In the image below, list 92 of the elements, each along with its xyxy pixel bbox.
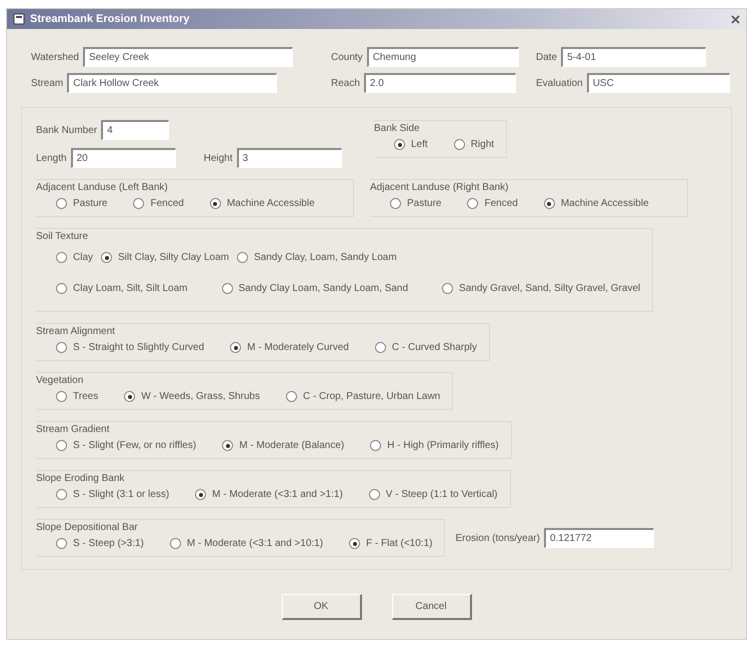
input-field[interactable]: Seeley Creek xyxy=(82,47,293,67)
radio-button[interactable] xyxy=(133,198,144,209)
radio-option[interactable]: S - Steep (>3:1) xyxy=(56,538,144,549)
radio-option[interactable]: Fenced xyxy=(467,198,518,209)
radio-option[interactable]: Clay Loam, Silt, Silt Loam xyxy=(56,283,188,294)
radio-button[interactable] xyxy=(390,198,401,209)
radio-button[interactable] xyxy=(394,139,405,150)
radio-option[interactable]: Right xyxy=(454,139,494,150)
input-field[interactable]: 4 xyxy=(101,120,170,140)
field-label: Height xyxy=(204,152,232,164)
radio-option[interactable]: C - Crop, Pasture, Urban Lawn xyxy=(286,391,440,402)
radio-button[interactable] xyxy=(56,391,67,402)
field-label: Stream xyxy=(31,78,64,88)
radio-option[interactable]: H - High (Primarily riffles) xyxy=(370,440,499,451)
field-label: Bank Number xyxy=(36,124,98,136)
app-icon xyxy=(13,13,25,25)
radio-button[interactable] xyxy=(286,391,297,402)
input-field[interactable]: USC xyxy=(586,73,730,93)
group-label: Soil Texture xyxy=(36,231,90,242)
radio-option[interactable]: Left xyxy=(394,139,428,150)
input-field[interactable]: Chemung xyxy=(366,47,519,67)
group-label: Adjacent Landuse (Left Bank) xyxy=(36,182,169,193)
radio-button[interactable] xyxy=(230,342,242,353)
input-field[interactable]: 2.0 xyxy=(364,73,516,93)
radio-button[interactable] xyxy=(195,489,206,500)
radio-button[interactable] xyxy=(56,342,67,353)
radio-option[interactable]: M - Moderate (Balance) xyxy=(222,440,344,451)
input-field[interactable]: 20 xyxy=(70,148,176,168)
radio-option[interactable]: S - Slight (3:1 or less) xyxy=(56,489,170,500)
input-field[interactable]: Clark Hollow Creek xyxy=(67,73,278,93)
radio-option[interactable]: M - Moderately Curved xyxy=(230,342,349,353)
input-field[interactable]: 5-4-01 xyxy=(561,47,706,67)
radio-button[interactable] xyxy=(442,283,454,294)
radio-option[interactable]: V - Steep (1:1 to Vertical) xyxy=(368,489,498,500)
input-field[interactable]: 0.121772 xyxy=(544,528,654,548)
group-label: Vegetation xyxy=(36,375,84,386)
radio-button[interactable] xyxy=(210,198,221,209)
radio-button[interactable] xyxy=(56,489,67,500)
radio-button[interactable] xyxy=(56,538,67,549)
close-icon[interactable] xyxy=(731,14,740,24)
group-label: Adjacent Landuse (Right Bank) xyxy=(370,182,510,193)
group-label: Stream Alignment xyxy=(36,326,116,337)
radio-button[interactable] xyxy=(544,198,555,209)
radio-button[interactable] xyxy=(368,489,380,500)
field-label: Length xyxy=(36,152,67,164)
radio-button[interactable] xyxy=(222,283,232,294)
field-label: Date xyxy=(536,52,558,62)
radio-button[interactable] xyxy=(236,252,248,263)
radio-option[interactable]: F - Flat (<10:1) xyxy=(349,538,432,549)
radio-button[interactable] xyxy=(124,391,136,402)
radio-option[interactable]: W - Weeds, Grass, Shrubs xyxy=(124,391,260,402)
radio-option[interactable]: M - Moderate (<3:1 and >1:1) xyxy=(195,489,343,500)
group-label: Bank Side xyxy=(374,123,421,134)
radio-option[interactable]: Sandy Gravel, Sand, Silty Gravel, Gravel xyxy=(442,283,640,294)
radio-button[interactable] xyxy=(56,252,67,263)
field-label: Watershed xyxy=(31,52,79,62)
radio-option[interactable]: S - Straight to Slightly Curved xyxy=(56,342,204,353)
radio-option[interactable]: Trees xyxy=(56,391,98,402)
field-label: Reach xyxy=(331,78,360,88)
radio-button[interactable] xyxy=(56,283,67,294)
dialog-button[interactable]: Cancel xyxy=(392,594,472,620)
radio-option[interactable]: Machine Accessible xyxy=(210,198,315,209)
radio-button[interactable] xyxy=(56,440,67,451)
radio-option[interactable]: C - Curved Sharply xyxy=(374,342,477,353)
radio-button[interactable] xyxy=(349,538,360,549)
radio-button[interactable] xyxy=(467,198,478,209)
field-label: Erosion (tons/year) xyxy=(455,532,540,544)
radio-button[interactable] xyxy=(374,342,386,353)
radio-option[interactable]: Pasture xyxy=(390,198,442,209)
input-field[interactable]: 3 xyxy=(236,148,342,168)
group-label: Slope Depositional Bar xyxy=(36,522,139,533)
radio-option[interactable]: Sandy Clay, Loam, Sandy Loam xyxy=(236,252,397,263)
radio-option[interactable]: M - Moderate (<3:1 and >10:1) xyxy=(170,538,324,549)
radio-option[interactable]: Sandy Clay Loam, Sandy Loam, Sand xyxy=(222,283,408,294)
radio-option[interactable]: Pasture xyxy=(56,198,108,209)
radio-button[interactable] xyxy=(56,198,67,209)
radio-option[interactable]: Clay xyxy=(56,252,94,263)
radio-option[interactable]: Silt Clay, Silty Clay Loam xyxy=(101,252,229,263)
radio-button[interactable] xyxy=(170,538,181,549)
radio-option[interactable]: Machine Accessible xyxy=(544,198,649,209)
group-label: Slope Eroding Bank xyxy=(36,473,126,484)
radio-option[interactable]: S - Slight (Few, or no riffles) xyxy=(56,440,196,451)
group-label: Stream Gradient xyxy=(36,424,110,435)
radio-option[interactable]: Fenced xyxy=(133,198,184,209)
radio-button[interactable] xyxy=(454,139,465,150)
radio-button[interactable] xyxy=(370,440,382,451)
radio-button[interactable] xyxy=(222,440,234,451)
window-title: Streambank Erosion Inventory xyxy=(30,13,190,25)
field-label: Evaluation xyxy=(536,78,583,88)
field-label: County xyxy=(331,52,363,62)
radio-button[interactable] xyxy=(101,252,112,263)
dialog-button[interactable]: OK xyxy=(282,594,362,620)
